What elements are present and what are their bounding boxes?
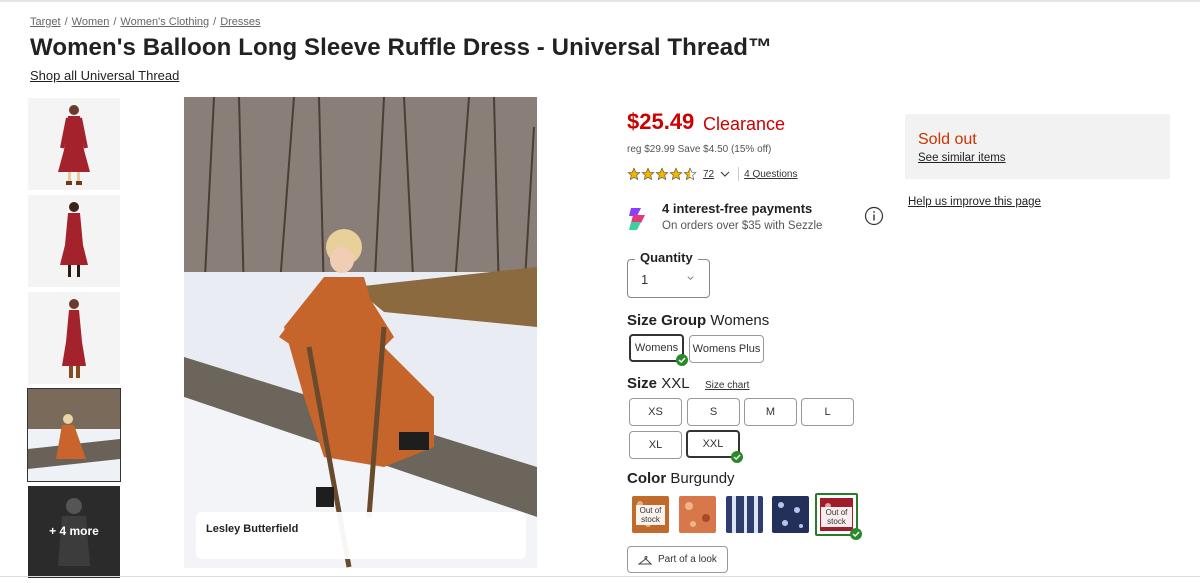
see-similar-items-link[interactable]: See similar items xyxy=(918,152,1006,164)
thumbnail-4[interactable] xyxy=(27,388,121,482)
size-option-m[interactable]: M xyxy=(744,398,797,426)
checkmark-icon xyxy=(850,528,862,540)
quantity-value: 1 xyxy=(641,272,649,287)
out-of-stock-label: Out of stock xyxy=(636,505,665,525)
availability-panel: Sold out See similar items xyxy=(905,114,1170,179)
color-swatch-navy-floral[interactable] xyxy=(772,496,809,533)
size-selected: XXL xyxy=(661,375,690,392)
size-option-l[interactable]: L xyxy=(801,398,854,426)
color-label: Color xyxy=(627,470,667,487)
breadcrumb-women[interactable]: Women xyxy=(72,16,110,28)
part-of-a-look-button[interactable]: Part of a look xyxy=(627,546,728,573)
sezzle-title: 4 interest-free payments xyxy=(662,201,813,216)
size-option-xs[interactable]: XS xyxy=(629,398,682,426)
color-swatch-orange-floral[interactable] xyxy=(679,496,716,533)
quantity-label: Quantity xyxy=(635,250,698,265)
info-icon[interactable] xyxy=(864,206,884,226)
review-count[interactable]: 72 xyxy=(703,169,714,180)
thumbnail-2[interactable] xyxy=(28,195,120,287)
breadcrumb: Target / Women / Women's Clothing / Dresses xyxy=(30,16,261,28)
size-option-xl[interactable]: XL xyxy=(629,431,682,459)
size-group-selected: Womens xyxy=(710,312,770,329)
checkmark-icon xyxy=(731,451,743,463)
star-icon xyxy=(655,167,669,181)
size-group-heading: Size Group Womens xyxy=(627,312,769,329)
thumbnail-3[interactable] xyxy=(28,292,120,384)
star-rating[interactable] xyxy=(627,167,697,181)
breadcrumb-dresses[interactable]: Dresses xyxy=(220,16,260,28)
breadcrumb-target[interactable]: Target xyxy=(30,16,61,28)
star-icon xyxy=(641,167,655,181)
sold-out-status: Sold out xyxy=(918,131,977,148)
color-swatch-rust-print[interactable]: Out of stock xyxy=(632,496,669,533)
color-heading: Color Burgundy xyxy=(627,470,735,487)
clearance-badge: Clearance xyxy=(703,114,786,134)
sezzle-subtitle: On orders over $35 with Sezzle xyxy=(662,220,823,232)
color-swatch-navy-stripe[interactable] xyxy=(726,496,763,533)
checkmark-icon xyxy=(676,354,688,366)
hanger-icon xyxy=(638,555,652,564)
star-icon xyxy=(669,167,683,181)
size-group-option-womens-plus[interactable]: Womens Plus xyxy=(689,335,764,363)
shop-brand-link[interactable]: Shop all Universal Thread xyxy=(30,68,179,83)
part-of-a-look-label: Part of a look xyxy=(658,554,717,565)
help-improve-link[interactable]: Help us improve this page xyxy=(908,196,1041,208)
chevron-down-icon xyxy=(687,276,694,281)
chevron-down-icon[interactable] xyxy=(720,169,730,179)
color-selected: Burgundy xyxy=(670,470,735,487)
size-group-label: Size Group xyxy=(627,312,707,329)
bottom-divider xyxy=(0,576,1200,577)
product-title: Women's Balloon Long Sleeve Ruffle Dress… xyxy=(30,34,773,61)
rating-divider xyxy=(738,167,740,181)
thumbnail-list: + 4 more xyxy=(27,98,121,583)
caption-author: Lesley Butterfield xyxy=(206,523,299,535)
thumbnail-1[interactable] xyxy=(28,98,120,190)
rating-summary: 72 4 Questions xyxy=(627,167,798,181)
star-icon xyxy=(627,167,641,181)
size-label: Size xyxy=(627,375,658,392)
thumbnail-more[interactable]: + 4 more xyxy=(28,486,120,578)
main-product-image[interactable] xyxy=(184,97,537,568)
sezzle-logo-icon xyxy=(629,208,645,230)
questions-link[interactable]: 4 Questions xyxy=(744,169,797,180)
image-caption: Lesley Butterfield xyxy=(196,512,526,559)
half-star-icon xyxy=(683,167,697,181)
breadcrumb-womens-clothing[interactable]: Women's Clothing xyxy=(120,16,209,28)
more-images-label: + 4 more xyxy=(49,524,99,538)
regular-price: reg $29.99 Save $4.50 (15% off) xyxy=(627,144,772,155)
size-heading: Size XXL xyxy=(627,375,690,392)
size-option-s[interactable]: S xyxy=(687,398,740,426)
top-divider xyxy=(0,0,1200,2)
size-chart-link[interactable]: Size chart xyxy=(705,380,749,391)
sale-price: $25.49 xyxy=(627,109,695,134)
out-of-stock-label: Out of stock xyxy=(821,507,852,527)
